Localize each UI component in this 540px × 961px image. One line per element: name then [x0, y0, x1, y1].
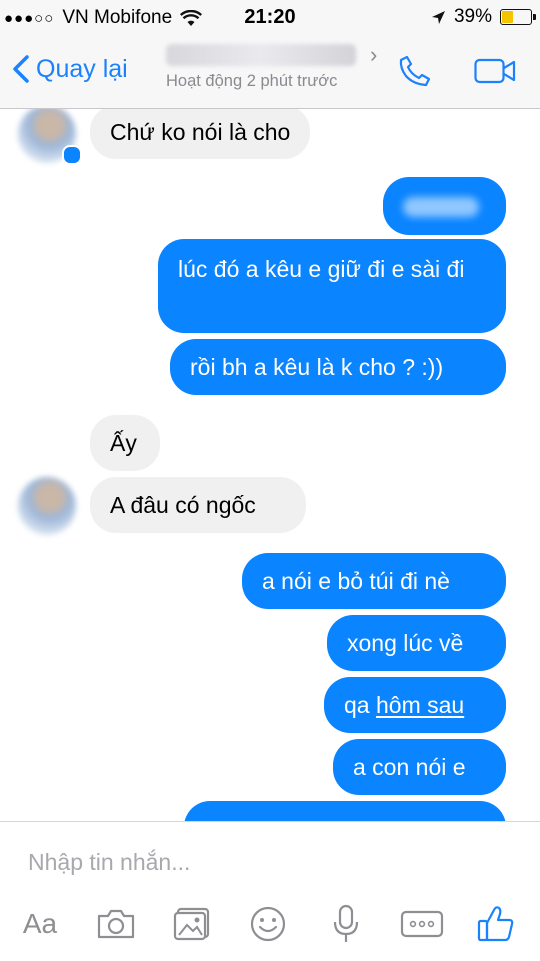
message-input[interactable] — [26, 848, 510, 877]
status-bar: ●●●○○ VN Mobifone 21:20 39% — [0, 0, 540, 36]
microphone-icon[interactable] — [324, 902, 368, 946]
incoming-message[interactable]: A đâu có ngốc — [90, 477, 306, 533]
more-icon-svg — [400, 910, 444, 938]
presence-status: Hoạt động 2 phút trước — [166, 72, 338, 90]
chevron-left-icon — [13, 55, 29, 83]
status-right: 39% — [431, 6, 536, 28]
like-icon[interactable] — [474, 902, 518, 946]
composer-toolbar: Aa — [0, 902, 540, 950]
outgoing-message-redacted[interactable] — [383, 177, 506, 235]
active-status-icon — [62, 145, 82, 165]
chevron-right-icon[interactable]: › — [370, 42, 377, 68]
battery-percent: 39% — [453, 6, 492, 27]
more-icon[interactable] — [398, 902, 446, 946]
outgoing-message[interactable]: xong lúc về — [327, 615, 506, 671]
outgoing-message[interactable]: lúc đó a kêu e giữ đi e sài đi — [158, 239, 506, 333]
emoji-icon[interactable] — [246, 902, 290, 946]
back-button[interactable]: Quay lại — [12, 54, 128, 84]
call-actions — [398, 54, 516, 88]
location-arrow-icon — [431, 10, 445, 24]
redacted-text — [403, 196, 479, 217]
text-format-icon[interactable]: Aa — [18, 902, 62, 946]
battery-icon — [500, 9, 536, 25]
camera-icon-svg — [97, 909, 135, 939]
emoji-icon-svg — [250, 906, 286, 942]
message-list[interactable]: Chứ ko nói là cho lúc đó a kêu e giữ đi … — [0, 109, 540, 821]
smart-link[interactable]: hôm sau — [376, 692, 464, 718]
like-icon-svg — [477, 906, 514, 942]
contact-name-redacted[interactable] — [166, 44, 356, 66]
microphone-icon-svg — [333, 904, 359, 942]
outgoing-message[interactable]: rồi bh a kêu là k cho ? :)) — [170, 339, 506, 395]
conversation-header: Quay lại › Hoạt động 2 phút trước — [0, 36, 540, 109]
video-call-icon[interactable] — [474, 58, 516, 84]
gallery-icon-svg — [173, 907, 210, 941]
incoming-message[interactable]: Chứ ko nói là cho — [90, 109, 311, 159]
outgoing-message[interactable]: qa hôm sau — [324, 677, 506, 733]
phone-call-icon[interactable] — [398, 54, 432, 88]
camera-icon[interactable] — [94, 902, 138, 946]
contact-avatar[interactable] — [18, 477, 76, 535]
message-text: qa — [344, 692, 376, 718]
gallery-icon[interactable] — [170, 902, 214, 946]
outgoing-message-partial[interactable] — [184, 801, 506, 821]
back-label: Quay lại — [36, 54, 128, 83]
outgoing-message[interactable]: a nói e bỏ túi đi nè — [242, 553, 506, 609]
composer: Aa — [0, 821, 540, 961]
outgoing-message[interactable]: a con nói e — [333, 739, 506, 795]
incoming-message[interactable]: Ấy — [90, 415, 160, 471]
battery-level — [502, 11, 513, 23]
